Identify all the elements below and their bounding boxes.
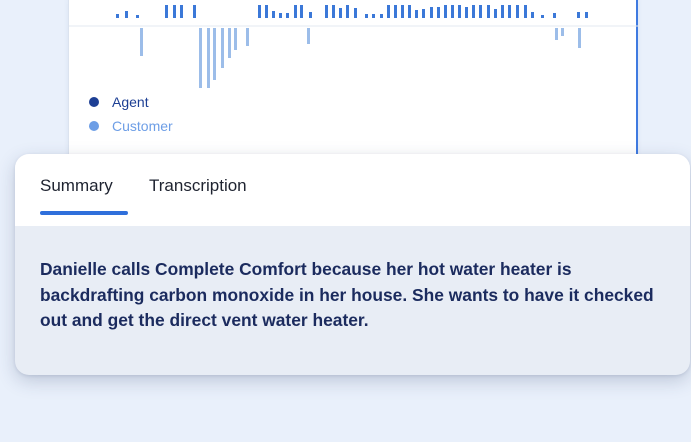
agent-waveform-bar [193, 5, 196, 18]
agent-waveform-bar [479, 5, 482, 18]
legend-label-customer: Customer [112, 118, 173, 134]
waveform-legend: Agent Customer [87, 91, 173, 137]
legend-item-agent: Agent [87, 91, 173, 113]
agent-waveform-bar [136, 15, 139, 18]
audio-waveform-card: Agent Customer [68, 0, 639, 170]
agent-waveform-bar [458, 5, 461, 18]
agent-waveform-bar [339, 8, 342, 18]
agent-waveform-bar [125, 11, 128, 18]
agent-waveform-bar [309, 12, 312, 18]
agent-waveform-bar [300, 5, 303, 18]
agent-waveform-bar [279, 13, 282, 18]
agent-waveform-bar [173, 5, 176, 18]
customer-waveform-bar [307, 28, 310, 44]
agent-waveform-bar [472, 5, 475, 18]
agent-waveform-bar [541, 15, 544, 18]
agent-waveform-bar [165, 5, 168, 18]
legend-label-agent: Agent [112, 94, 149, 110]
call-summary-panel: Summary Transcription Danielle calls Com… [15, 154, 690, 375]
active-tab-indicator [40, 211, 128, 215]
agent-waveform-bar [430, 7, 433, 18]
agent-waveform-bar [415, 10, 418, 18]
agent-waveform-bar [265, 5, 268, 18]
tab-summary[interactable]: Summary [40, 176, 113, 196]
agent-waveform-bar [553, 13, 556, 18]
agent-waveform-bar [332, 5, 335, 18]
customer-waveform-bar [199, 28, 202, 88]
agent-waveform-bar [394, 5, 397, 18]
customer-dot-icon [89, 121, 99, 131]
agent-waveform-bar [380, 14, 383, 18]
agent-waveform-bar [487, 5, 490, 18]
customer-waveform-bar [555, 28, 558, 40]
agent-waveform-bar [372, 14, 375, 18]
agent-waveform-bar [272, 11, 275, 18]
agent-waveform-bar [387, 5, 390, 18]
agent-waveform-bar [354, 8, 357, 18]
customer-waveform-bar [561, 28, 564, 36]
call-summary-text: Danielle calls Complete Comfort because … [40, 259, 654, 331]
customer-waveform-bar [221, 28, 224, 68]
agent-waveform-bar [180, 5, 183, 18]
tab-bar: Summary Transcription [15, 154, 690, 226]
agent-waveform-bar [286, 13, 289, 18]
agent-waveform-bar [401, 5, 404, 18]
agent-waveform-bar [585, 12, 588, 18]
agent-dot-icon [89, 97, 99, 107]
agent-waveform-bar [524, 5, 527, 18]
agent-waveform-bar [346, 5, 349, 18]
agent-waveform-bar [508, 5, 511, 18]
agent-waveform-bar [494, 9, 497, 18]
agent-waveform-bar [325, 5, 328, 18]
agent-waveform-bar [465, 7, 468, 18]
agent-waveform-bar [408, 5, 411, 18]
agent-waveform-bar [444, 5, 447, 18]
agent-waveform-bar [531, 12, 534, 18]
agent-waveform-bar [577, 12, 580, 18]
agent-waveform-bar [437, 7, 440, 18]
agent-waveform-bar [451, 5, 454, 18]
agent-waveform-bar [516, 5, 519, 18]
agent-waveform-bar [294, 5, 297, 18]
customer-waveform-bar [228, 28, 231, 58]
agent-waveform-bar [116, 14, 119, 18]
customer-waveform-bar [246, 28, 249, 46]
customer-waveform-bar [578, 28, 581, 48]
tab-transcription[interactable]: Transcription [149, 176, 247, 196]
customer-waveform-bar [207, 28, 210, 88]
customer-waveform-bar [140, 28, 143, 56]
agent-waveform-bar [365, 14, 368, 18]
audio-waveform [69, 5, 639, 88]
agent-waveform-bar [501, 5, 504, 18]
agent-waveform-bar [258, 5, 261, 18]
customer-waveform-bar [213, 28, 216, 80]
legend-item-customer: Customer [87, 115, 173, 137]
customer-waveform-bar [234, 28, 237, 50]
agent-waveform-bar [422, 9, 425, 18]
